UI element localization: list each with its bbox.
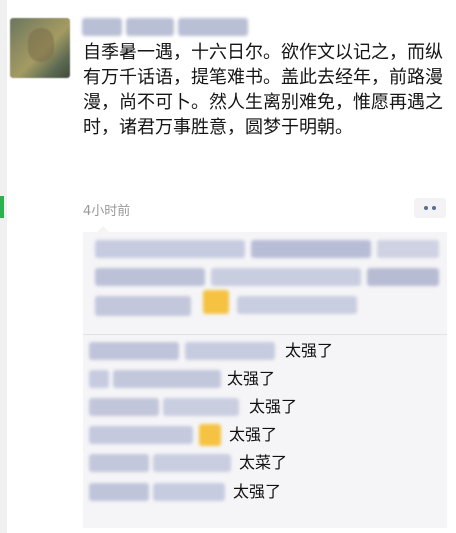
emoji-icon	[203, 290, 229, 314]
edge-accent	[0, 196, 4, 218]
commenter-name-blurred[interactable]	[89, 342, 275, 360]
interaction-panel: 太强了 太强了 太强了 太强了 太菜了 太强了	[83, 226, 447, 528]
more-dots-icon	[424, 206, 428, 210]
commenter-name-blurred[interactable]	[89, 398, 239, 416]
comment-item[interactable]: 太强了	[89, 481, 445, 503]
comment-text: 太强了	[233, 482, 282, 501]
post-text: 自季暑一遇，十六日尔。欲作文以记之，而纵有万千话语，提笔难书。盖此去经年，前路漫…	[83, 42, 443, 138]
comment-text: 太菜了	[239, 453, 288, 472]
commenter-name-blurred[interactable]	[89, 483, 225, 501]
comment-text: 太强了	[285, 341, 334, 360]
left-edge-bar	[0, 0, 7, 533]
comment-item[interactable]: 太强了	[89, 424, 445, 446]
commenter-name-blurred[interactable]	[89, 454, 231, 472]
divider	[83, 334, 447, 335]
comment-text: 太强了	[249, 397, 298, 416]
commenter-name-blurred[interactable]	[89, 370, 221, 388]
comment-text: 太强了	[229, 425, 278, 444]
more-button[interactable]	[414, 198, 446, 218]
comment-item[interactable]: 太强了	[89, 396, 445, 418]
likes-list-blurred[interactable]	[91, 238, 439, 330]
post-time: 4小时前	[83, 204, 131, 219]
avatar[interactable]	[10, 18, 70, 78]
comment-item[interactable]: 太菜了	[89, 452, 445, 474]
comment-text: 太强了	[227, 369, 276, 388]
poster-name-blurred[interactable]	[82, 18, 250, 36]
emoji-icon	[199, 424, 221, 446]
commenter-name-blurred[interactable]	[89, 424, 225, 446]
comment-item[interactable]: 太强了	[89, 340, 445, 362]
comment-item[interactable]: 太强了	[89, 368, 445, 390]
